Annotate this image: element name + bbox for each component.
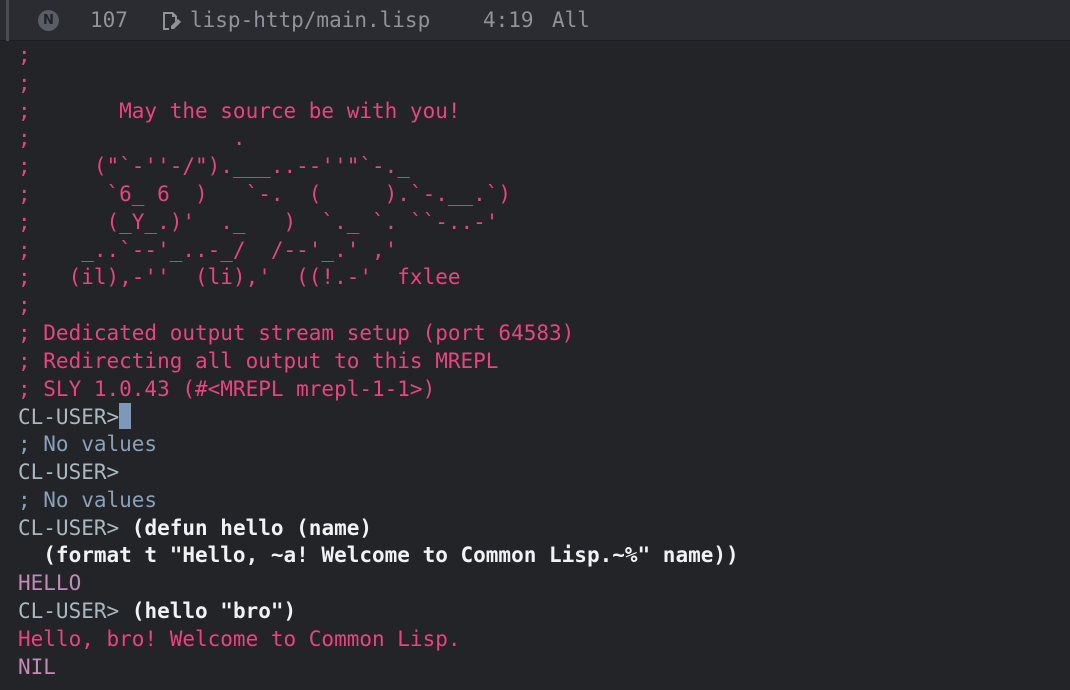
line-count: 107: [90, 8, 128, 32]
normal-state-badge: N: [38, 10, 59, 31]
banner-line: ; (il),-'' (li),' ((!.-' fxlee: [18, 265, 461, 290]
banner-line: ; ("`-''-/").___..--''"`-._: [18, 154, 410, 179]
call-input: (hello "bro"): [131, 598, 297, 623]
banner-line: ;: [18, 43, 31, 67]
repl-result: NIL: [18, 654, 56, 679]
repl-prompt[interactable]: CL-USER>: [18, 459, 1058, 487]
no-values-line: ; No values: [18, 487, 158, 512]
no-values-line: ; No values: [18, 432, 158, 457]
editor-window: N 107 lisp-http/main.lisp 4:19 All ; ; ;…: [0, 0, 1070, 690]
window-edge-bar: [6, 0, 9, 41]
scroll-indicator: All: [552, 8, 590, 32]
repl-prompt: CL-USER>: [18, 405, 120, 430]
banner-line: ;: [18, 293, 31, 318]
repl-output: Hello, bro! Welcome to Common Lisp.: [18, 626, 461, 651]
banner-line: ; (_Y_.)' ._ ) `._ `. ``-..-': [18, 209, 499, 234]
repl-buffer[interactable]: ; ; ; May the source be with you! ; . ; …: [18, 42, 1058, 681]
banner-line: ; .: [18, 126, 246, 151]
text-cursor: [119, 403, 132, 430]
repl-input-line[interactable]: CL-USER> (defun hello (name): [18, 515, 1058, 543]
buffer-name[interactable]: lisp-http/main.lisp: [190, 8, 430, 32]
banner-line: ; May the source be with you!: [18, 98, 461, 123]
cursor-position: 4:19: [483, 8, 534, 32]
repl-result: HELLO: [18, 571, 82, 596]
banner-line: ; _..`--'_..-_/ /--'_.' ,': [18, 237, 398, 262]
defun-input: (defun hello (name): [131, 515, 373, 540]
repl-setup-line: ; Redirecting all output to this MREPL: [18, 348, 499, 373]
repl-prompt: CL-USER>: [18, 515, 132, 540]
repl-setup-line: ; Dedicated output stream setup (port 64…: [18, 320, 575, 345]
repl-prompt-line[interactable]: CL-USER>: [18, 403, 1058, 431]
edit-file-icon: [160, 10, 182, 32]
banner-line: ; `6_ 6 ) `-. ( ).`-.__.`): [18, 181, 512, 206]
mode-line: N 107 lisp-http/main.lisp 4:19 All: [0, 0, 1070, 41]
defun-input-continuation: (format t "Hello, ~a! Welcome to Common …: [18, 543, 739, 568]
repl-input-line[interactable]: CL-USER> (hello "bro"): [18, 598, 1058, 626]
repl-prompt: CL-USER>: [18, 598, 132, 623]
repl-setup-line: ; SLY 1.0.43 (#<MREPL mrepl-1-1>): [18, 376, 436, 401]
banner-line: ;: [18, 70, 31, 95]
